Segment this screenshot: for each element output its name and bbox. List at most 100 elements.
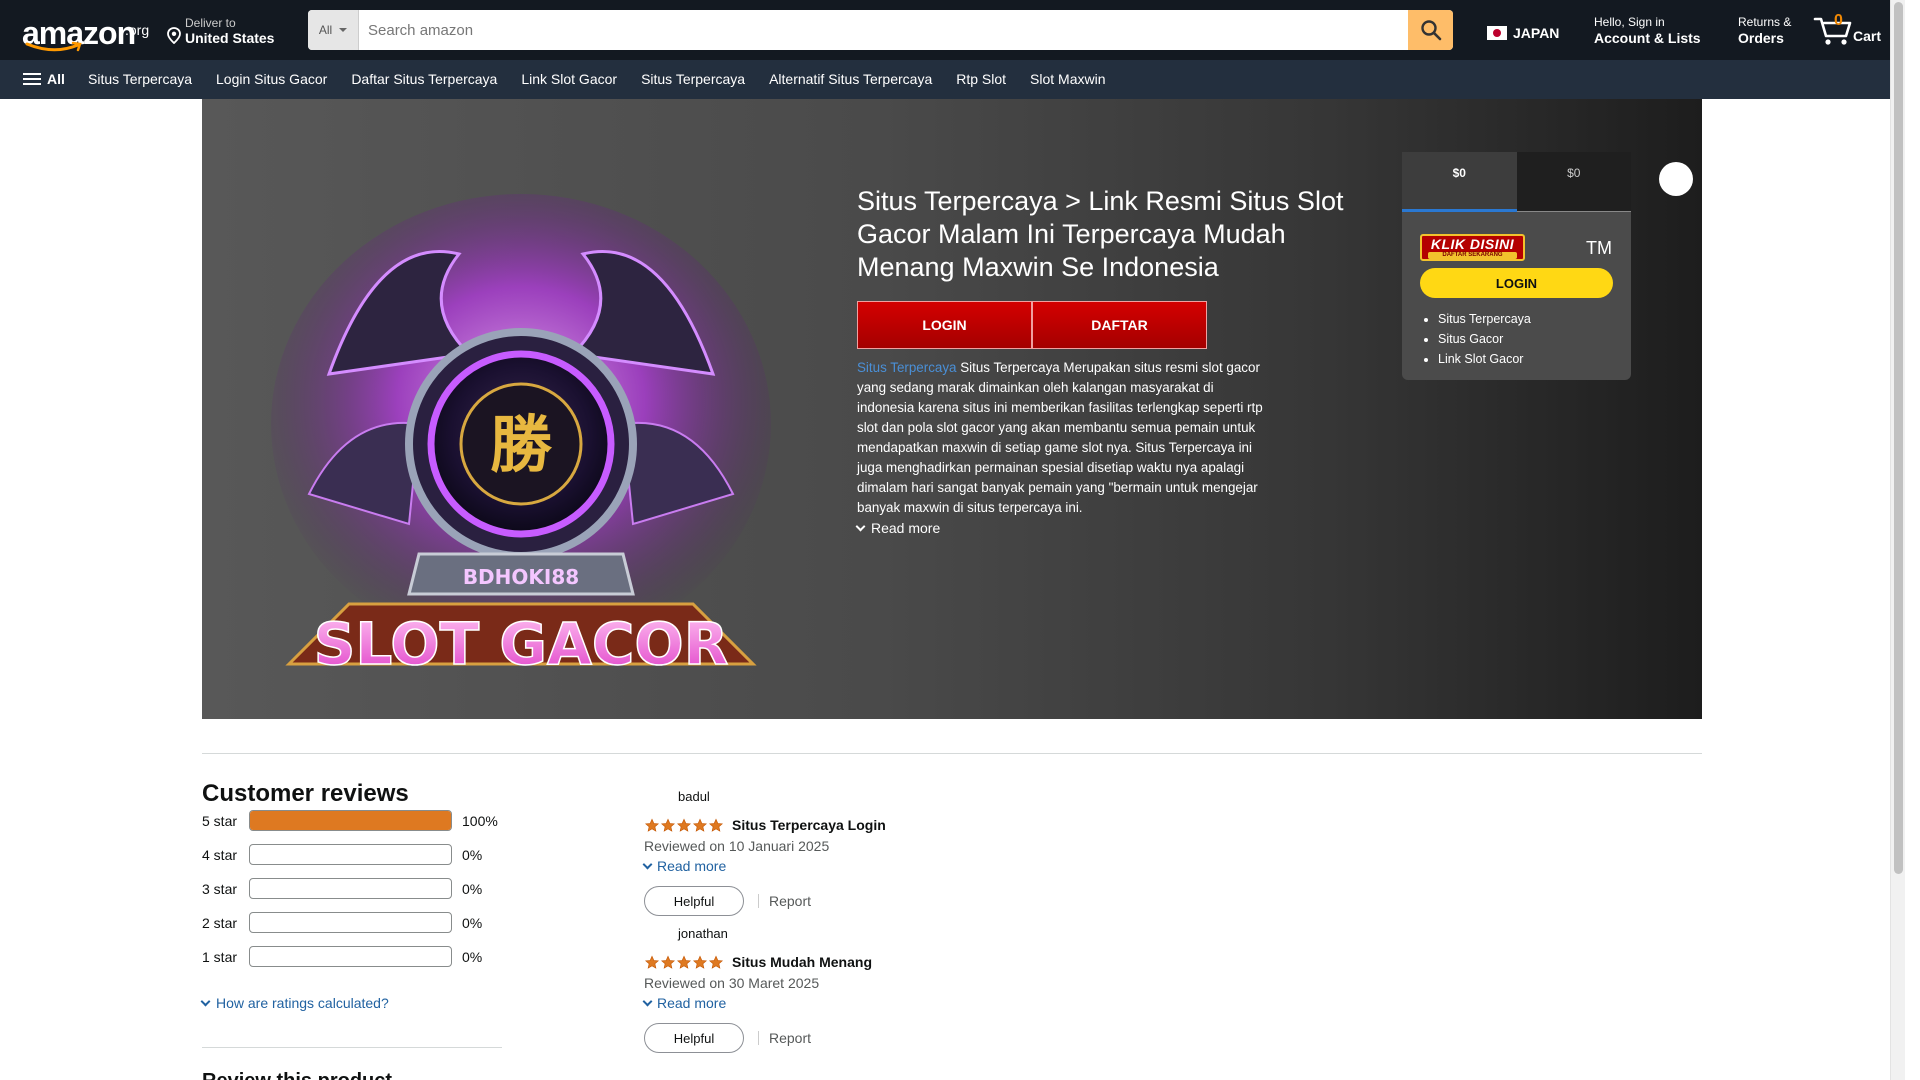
search-input[interactable] — [359, 10, 1408, 50]
cart-icon — [1813, 17, 1852, 45]
subnav-link[interactable]: Alternatif Situs Terpercaya — [757, 71, 944, 87]
histogram-percent: 0% — [462, 949, 483, 965]
japan-flag-icon — [1487, 26, 1507, 40]
buy-box: $0 $0 KLIK DISINI DAFTAR SEKARANG TM LOG… — [1402, 152, 1631, 380]
subnav-link[interactable]: Login Situs Gacor — [204, 71, 339, 87]
star-icon — [708, 817, 724, 832]
histogram-fill — [250, 811, 451, 830]
panel-link[interactable]: Situs Gacor — [1438, 329, 1531, 349]
subnav-link[interactable]: Slot Maxwin — [1018, 71, 1117, 87]
report-link[interactable]: Report — [758, 894, 811, 908]
subnav-links: Situs Terpercaya Login Situs Gacor Dafta… — [76, 71, 1118, 87]
panel-login-button[interactable]: LOGIN — [1420, 268, 1613, 298]
search-icon — [1420, 20, 1441, 41]
histogram-bar — [249, 878, 452, 899]
review-item: jonathan Situs Mudah Menang Reviewed on … — [642, 923, 1144, 1053]
histogram-bar — [249, 912, 452, 933]
all-menu-label: All — [47, 71, 65, 87]
price-tab-1[interactable]: $0 — [1402, 152, 1517, 212]
price-tabs: $0 $0 — [1402, 152, 1631, 212]
chevron-down-icon — [642, 859, 653, 869]
product-hero: 勝 BDHOKI88 SLOT GACOR Situs Terpercaya >… — [202, 99, 1702, 719]
review-username: jonathan — [678, 925, 728, 941]
hamburger-icon — [23, 72, 41, 86]
star-icon — [692, 817, 708, 832]
review-title[interactable]: Situs Mudah Menang — [732, 954, 872, 970]
description-link[interactable]: Situs Terpercaya — [857, 360, 957, 375]
amazon-logo[interactable]: amazon .org — [22, 15, 149, 55]
subnav-link[interactable]: Rtp Slot — [944, 71, 1018, 87]
daftar-button[interactable]: DAFTAR — [1032, 301, 1207, 349]
top-nav: amazon .org Deliver to United States All — [0, 0, 1905, 60]
search-button[interactable] — [1408, 10, 1453, 50]
review-read-more[interactable]: Read more — [642, 858, 1144, 874]
review-read-more[interactable]: Read more — [642, 995, 1144, 1011]
returns-orders[interactable]: Returns & Orders — [1738, 15, 1791, 46]
deliver-location: United States — [185, 30, 275, 46]
logo-smile-icon — [25, 41, 82, 52]
chevron-down-icon — [855, 521, 866, 531]
star-icon — [660, 954, 676, 969]
subnav-link[interactable]: Situs Terpercaya — [629, 71, 757, 87]
account-lists-label: Account & Lists — [1594, 30, 1701, 46]
all-menu-button[interactable]: All — [23, 71, 65, 87]
review-read-more-label: Read more — [657, 858, 727, 874]
orders-label: Orders — [1738, 30, 1784, 46]
subnav-link[interactable]: Link Slot Gacor — [509, 71, 629, 87]
chevron-down-icon — [200, 996, 211, 1006]
star-icon — [660, 817, 676, 832]
panel-link[interactable]: Situs Terpercaya — [1438, 309, 1531, 329]
review-product-heading: Review this product — [202, 1070, 392, 1080]
description-text: Situs Terpercaya Merupakan situs resmi s… — [857, 360, 1263, 515]
share-circle-button[interactable] — [1659, 162, 1693, 196]
page: amazon .org Deliver to United States All — [0, 0, 1905, 1080]
language-selector[interactable]: JAPAN — [1487, 25, 1559, 41]
subnav-link[interactable]: Daftar Situs Terpercaya — [339, 71, 509, 87]
star-icon — [644, 954, 660, 969]
returns-label: Returns & — [1738, 15, 1792, 29]
price-tab-2[interactable]: $0 — [1516, 152, 1631, 212]
cart-button[interactable]: 0 Cart — [1813, 10, 1883, 50]
svg-text:勝: 勝 — [490, 408, 553, 481]
search-bar: All — [308, 10, 1453, 50]
helpful-button[interactable]: Helpful — [644, 886, 744, 916]
caret-down-icon — [339, 28, 348, 32]
account-greeting: Hello, Sign in — [1594, 15, 1665, 29]
panel-link-list: Situs Terpercaya Situs Gacor Link Slot G… — [1438, 309, 1531, 369]
review-header: Situs Terpercaya Login — [644, 817, 1144, 833]
histogram-percent: 0% — [462, 847, 483, 863]
scrollbar-thumb[interactable] — [1894, 2, 1903, 874]
cart-label: Cart — [1853, 28, 1882, 44]
review-user: badul — [644, 786, 1144, 806]
hero-read-more[interactable]: Read more — [855, 520, 940, 536]
star-icon — [692, 954, 708, 969]
histogram-bar — [249, 810, 452, 831]
account-menu[interactable]: Hello, Sign in Account & Lists — [1594, 15, 1701, 46]
histogram-label: 4 star — [202, 847, 238, 863]
review-date: Reviewed on 30 Maret 2025 — [644, 975, 820, 991]
sub-nav: All Situs Terpercaya Login Situs Gacor D… — [0, 60, 1905, 99]
search-category-select[interactable]: All — [308, 10, 359, 50]
section-divider — [202, 753, 1702, 754]
histogram-percent: 0% — [462, 881, 483, 897]
ratings-calc-link[interactable]: How are ratings calculated? — [200, 995, 389, 1011]
review-item: badul Situs Terpercaya Login Reviewed on… — [642, 786, 1144, 916]
ratings-calc-label: How are ratings calculated? — [216, 995, 389, 1011]
chevron-down-icon — [642, 996, 653, 1006]
review-title[interactable]: Situs Terpercaya Login — [732, 817, 886, 833]
star-icon — [676, 954, 692, 969]
panel-link[interactable]: Link Slot Gacor — [1438, 349, 1531, 369]
histogram-label: 5 star — [202, 813, 238, 829]
login-button[interactable]: LOGIN — [857, 301, 1032, 349]
report-link[interactable]: Report — [758, 1031, 811, 1045]
subnav-link[interactable]: Situs Terpercaya — [76, 71, 204, 87]
klik-disini-badge[interactable]: KLIK DISINI DAFTAR SEKARANG — [1420, 234, 1525, 261]
image-brand-text: BDHOKI88 — [463, 565, 579, 589]
product-image[interactable]: 勝 BDHOKI88 SLOT GACOR — [269, 194, 773, 686]
page-scrollbar[interactable] — [1890, 0, 1905, 1080]
product-description: Situs Terpercaya Situs Terpercaya Merupa… — [857, 358, 1272, 518]
star-icon — [708, 954, 724, 969]
image-main-text: SLOT GACOR — [314, 610, 729, 678]
helpful-button[interactable]: Helpful — [644, 1023, 744, 1053]
reviews-divider — [202, 1047, 502, 1048]
